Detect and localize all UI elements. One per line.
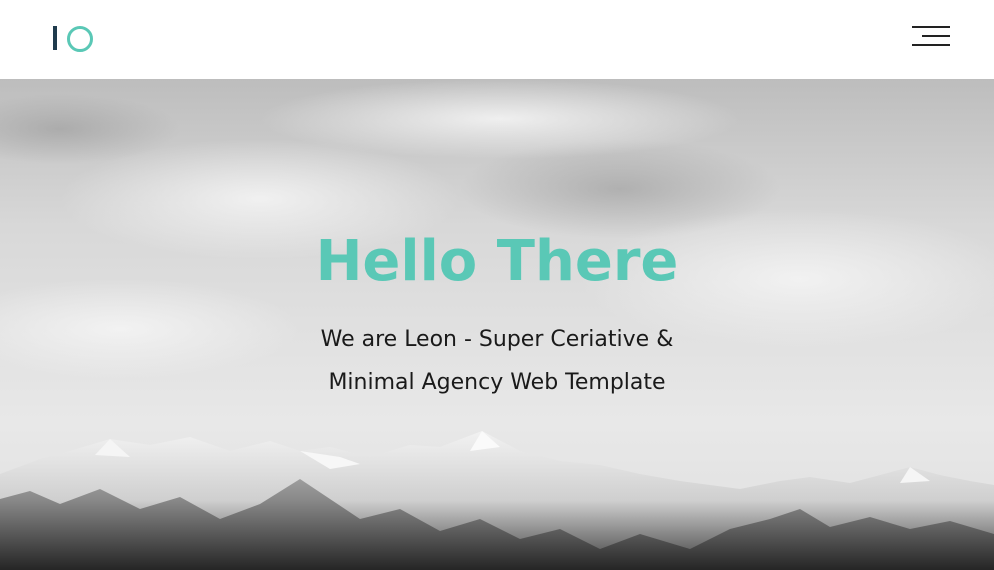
hero-section: Hello There We are Leon - Super Ceriativ…: [0, 79, 994, 570]
hamburger-menu-icon[interactable]: [909, 24, 953, 50]
menu-line-bottom: [912, 44, 950, 46]
site-header: [0, 0, 994, 79]
logo-ring: [67, 26, 93, 52]
hero-subtitle-line2: Minimal Agency Web Template: [328, 370, 666, 395]
menu-line-top: [912, 26, 950, 28]
hero-subtitle-line1: We are Leon - Super Ceriative &: [320, 327, 674, 352]
hero-title: Hello There: [315, 229, 679, 294]
logo-bar: [53, 26, 57, 50]
menu-line-middle: [922, 35, 950, 37]
logo-icon[interactable]: [52, 25, 96, 53]
